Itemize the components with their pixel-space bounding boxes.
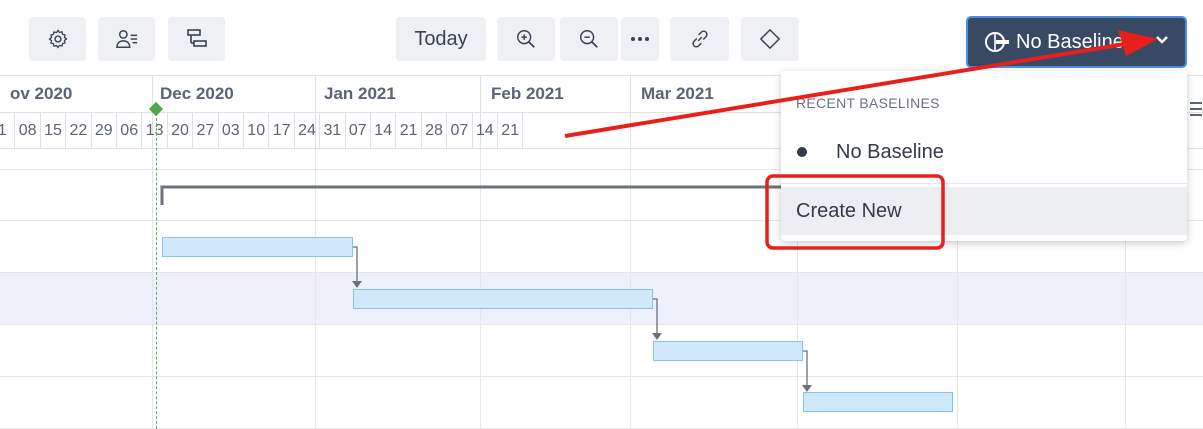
today-label: Today (414, 27, 468, 50)
menu-icon[interactable] (1190, 100, 1202, 118)
user-list-icon (115, 30, 137, 48)
week-label: 27 (193, 113, 219, 149)
zoom-in-icon (517, 30, 535, 48)
zoom-out-icon (580, 30, 598, 48)
gear-icon (48, 29, 67, 49)
month-label: Dec 2020 (160, 84, 234, 103)
link-button[interactable] (670, 17, 729, 61)
week-label: 20 (168, 113, 194, 149)
week-label: 22 (66, 113, 92, 149)
baseline-label: No Baseline (1016, 30, 1124, 53)
more-button[interactable] (621, 17, 659, 61)
zoom-in-button[interactable] (497, 17, 555, 61)
week-label: 03 (219, 113, 244, 149)
create-new-baseline-button[interactable]: Create New (781, 187, 1187, 235)
month-label: Jan 2021 (324, 84, 396, 103)
week-label: 14 (371, 113, 397, 149)
dropdown-header: RECENT BASELINES (796, 95, 940, 111)
baseline-option-no-baseline[interactable]: No Baseline (781, 127, 1187, 177)
week-label: 06 (117, 113, 143, 149)
task-bar[interactable] (162, 237, 353, 257)
task-bar[interactable] (653, 341, 803, 361)
month-label: ov 2020 (10, 84, 73, 103)
today-marker-line (156, 108, 157, 429)
week-label: 07 (346, 113, 371, 149)
diamond-icon (760, 29, 780, 49)
week-label: 28 (422, 113, 448, 149)
month-label: Feb 2021 (491, 84, 564, 103)
create-new-label: Create New (796, 200, 902, 222)
baseline-dropdown-button[interactable]: No Baseline (966, 16, 1187, 68)
week-label: 1 (0, 113, 16, 149)
more-icon (631, 37, 649, 41)
zoom-out-button[interactable] (560, 17, 618, 61)
outline-button[interactable] (168, 17, 225, 61)
week-label: 17 (269, 113, 295, 149)
settings-button[interactable] (29, 17, 86, 61)
assign-button[interactable] (98, 17, 155, 61)
outline-icon (186, 29, 207, 47)
week-label: 31 (320, 113, 346, 149)
toolbar: Today No Baseline (0, 0, 1203, 76)
week-label: 07 (447, 113, 473, 149)
today-button[interactable]: Today (396, 17, 486, 61)
week-label: 15 (41, 113, 67, 149)
baseline-icon (985, 32, 1009, 52)
month-label: Mar 2021 (641, 84, 714, 103)
milestone-button[interactable] (741, 17, 799, 61)
task-bar[interactable] (803, 392, 953, 412)
gantt-row (0, 377, 1203, 429)
baseline-dropdown: RECENT BASELINES No Baseline Create New (781, 71, 1187, 241)
month-gridline (152, 149, 153, 429)
week-label: 14 (473, 113, 498, 149)
selected-bullet-icon (797, 147, 807, 157)
week-label: 08 (15, 113, 41, 149)
link-icon (691, 30, 708, 48)
week-label: 21 (396, 113, 422, 149)
week-label: 29 (92, 113, 117, 149)
week-label: 21 (498, 113, 524, 149)
week-label: 10 (244, 113, 270, 149)
baseline-option-label: No Baseline (836, 141, 944, 163)
task-bar[interactable] (353, 289, 653, 309)
chevron-down-icon (1156, 36, 1168, 44)
gantt-row (0, 325, 1203, 377)
month-gridline (315, 149, 316, 429)
week-label: 24 (295, 113, 321, 149)
divider (781, 183, 1187, 184)
